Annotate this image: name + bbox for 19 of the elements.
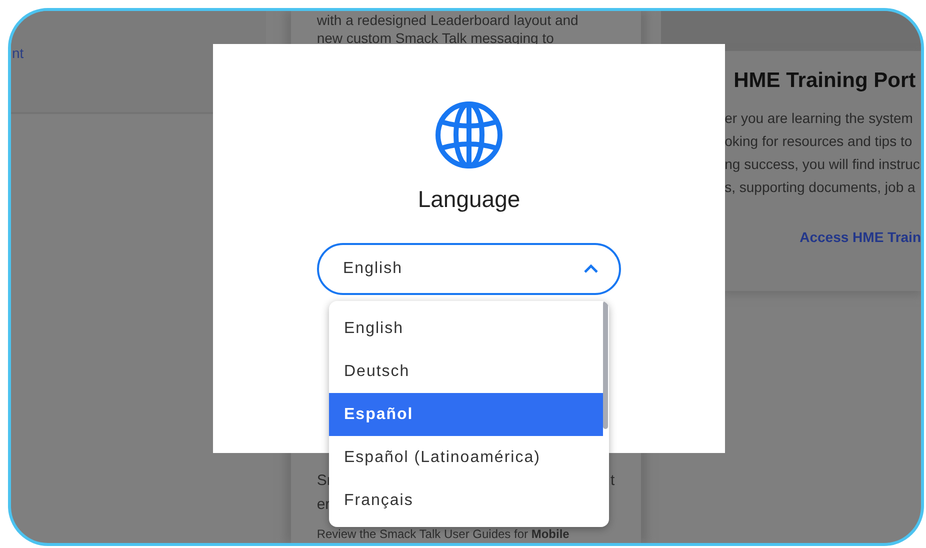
card-text-line: ng success, you will find instruc [724, 155, 920, 174]
scrollbar-thumb[interactable] [603, 301, 608, 429]
language-select[interactable]: English [317, 243, 621, 295]
card-text-line: er you are learning the system [724, 109, 913, 128]
language-option[interactable]: English [329, 307, 603, 350]
language-option[interactable]: Español [329, 393, 603, 436]
language-option[interactable]: Français [329, 479, 603, 522]
globe-icon [434, 100, 504, 170]
language-option[interactable]: Deutsch [329, 350, 603, 393]
caret-icon [583, 264, 599, 274]
card-text-line: er [316, 495, 330, 515]
guide-text: Review the Smack Talk User Guides for Mobile [316, 527, 570, 541]
dialog-title: Language [418, 186, 520, 213]
language-option[interactable]: Español (Latinoamérica) [329, 436, 603, 479]
card-text-line: s, supporting documents, job a [724, 178, 916, 197]
card-text-line: oking for resources and tips to [724, 132, 912, 151]
card-text-line: with a redesigned Leaderboard layout and [316, 11, 578, 29]
card-title: HME Training Port [734, 69, 917, 93]
card-text-line: t [610, 471, 615, 491]
